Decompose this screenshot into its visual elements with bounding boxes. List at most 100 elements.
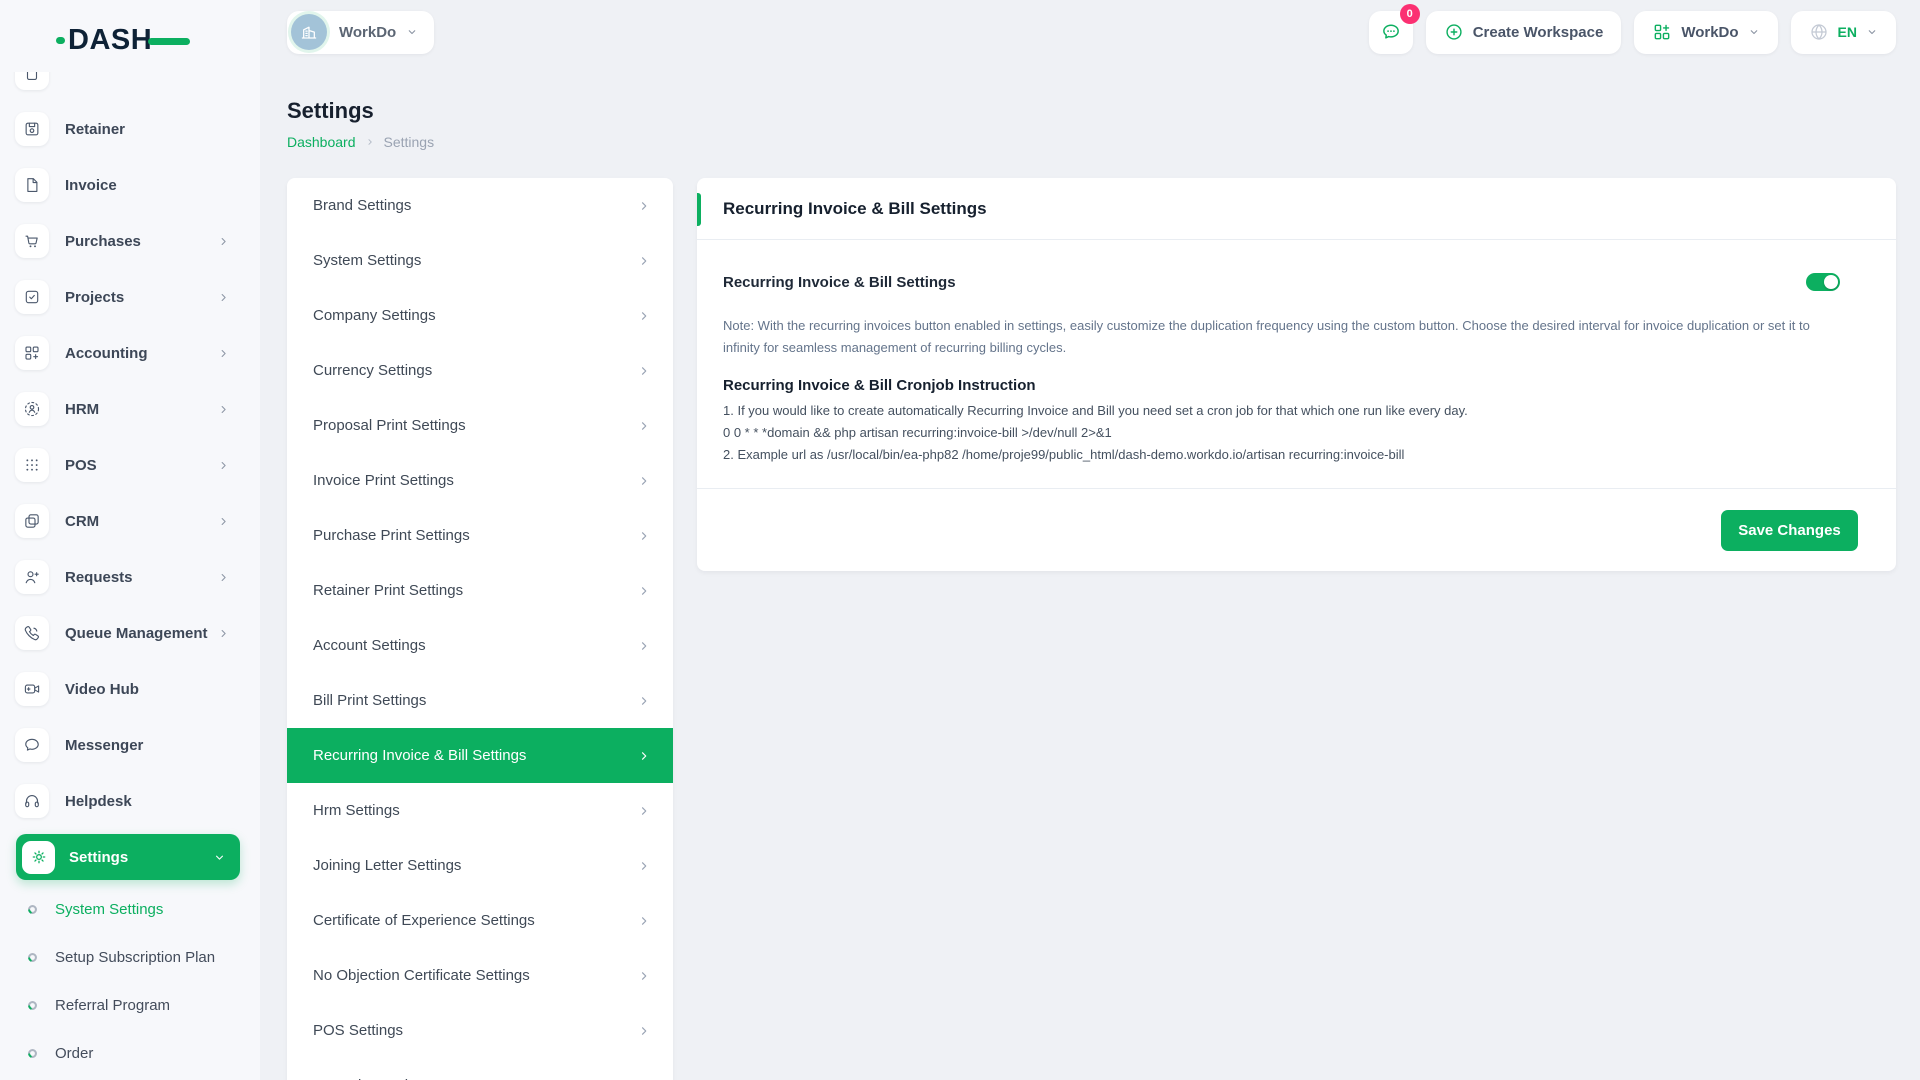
ring-bullet-icon — [27, 1000, 38, 1011]
sidebar-item-label: Video Hub — [65, 681, 139, 698]
chevron-down-icon — [1866, 26, 1878, 38]
settings-nav-label: Brand Settings — [313, 197, 411, 214]
sidebar-item-requests[interactable]: Requests — [0, 549, 260, 605]
invoice-icon — [15, 168, 49, 202]
sidebar-item-crm[interactable]: CRM — [0, 493, 260, 549]
chevron-right-icon — [637, 474, 651, 488]
app-logo[interactable]: DASH — [56, 24, 190, 57]
queue-icon — [15, 616, 49, 650]
settings-nav-joining-letter-settings[interactable]: Joining Letter Settings — [287, 838, 673, 893]
chat-bubble-icon — [1380, 21, 1402, 43]
chevron-right-icon — [217, 515, 230, 528]
language-code: EN — [1838, 24, 1857, 40]
settings-nav-account-settings[interactable]: Account Settings — [287, 618, 673, 673]
settings-nav-pos-print-settings[interactable]: Pos Print Settings — [287, 1058, 673, 1080]
workdo-menu-button[interactable]: WorkDo — [1634, 11, 1777, 54]
chevron-down-icon — [1748, 26, 1760, 38]
sidebar-item-retainer[interactable]: Retainer — [0, 101, 260, 157]
sidebar-item-label: Helpdesk — [65, 793, 132, 810]
settings-nav-retainer-print-settings[interactable]: Retainer Print Settings — [287, 563, 673, 618]
sidebar-item-hrm[interactable]: HRM — [0, 381, 260, 437]
settings-nav-hrm-settings[interactable]: Hrm Settings — [287, 783, 673, 838]
sidebar-item-queue-management[interactable]: Queue Management — [0, 605, 260, 661]
settings-nav-invoice-print-settings[interactable]: Invoice Print Settings — [287, 453, 673, 508]
settings-nav-proposal-print-settings[interactable]: Proposal Print Settings — [287, 398, 673, 453]
settings-nav-system-settings[interactable]: System Settings — [287, 233, 673, 288]
globe-icon — [1809, 22, 1829, 42]
language-selector[interactable]: EN — [1791, 11, 1896, 54]
recurring-toggle-row: Recurring Invoice & Bill Settings — [723, 273, 1840, 291]
save-changes-button[interactable]: Save Changes — [1721, 510, 1858, 551]
sidebar-subitem-referral-program[interactable]: Referral Program — [0, 981, 260, 1029]
sidebar-item-settings[interactable]: Settings — [16, 834, 240, 880]
chevron-right-icon — [637, 859, 651, 873]
settings-nav-label: System Settings — [313, 252, 421, 269]
sidebar-item-pos[interactable]: POS — [0, 437, 260, 493]
chevron-down-icon — [213, 851, 226, 864]
settings-nav-recurring-invoice-bill-settings[interactable]: Recurring Invoice & Bill Settings — [287, 728, 673, 783]
create-workspace-button[interactable]: Create Workspace — [1426, 11, 1622, 54]
sidebar-subitem-system-settings[interactable]: System Settings — [0, 885, 260, 933]
settings-nav-bill-print-settings[interactable]: Bill Print Settings — [287, 673, 673, 728]
settings-panel: Recurring Invoice & Bill Settings Recurr… — [697, 178, 1896, 571]
sidebar-item-label: Retainer — [65, 121, 125, 138]
retainer-icon — [15, 112, 49, 146]
sidebar-item-helpdesk[interactable]: Helpdesk — [0, 773, 260, 829]
chevron-right-icon — [637, 254, 651, 268]
settings-nav-label: Account Settings — [313, 637, 426, 654]
settings-nav-label: No Objection Certificate Settings — [313, 967, 530, 984]
chevron-right-icon — [637, 914, 651, 928]
accounting-icon — [15, 336, 49, 370]
panel-footer: Save Changes — [697, 488, 1896, 571]
topbar-actions: 0 Create Workspace WorkDo EN — [1369, 11, 1896, 54]
sidebar-subitem-label: Order — [55, 1045, 93, 1062]
sidebar-item-label: Messenger — [65, 737, 143, 754]
recurring-toggle-label: Recurring Invoice & Bill Settings — [723, 274, 956, 291]
sidebar-item-video-hub[interactable]: Video Hub — [0, 661, 260, 717]
messages-button[interactable]: 0 — [1369, 11, 1413, 54]
workspace-switcher[interactable]: WorkDo — [287, 11, 434, 54]
settings-nav-currency-settings[interactable]: Currency Settings — [287, 343, 673, 398]
settings-nav-certificate-of-experience-settings[interactable]: Certificate of Experience Settings — [287, 893, 673, 948]
chevron-down-icon — [406, 26, 418, 38]
chevron-right-icon — [637, 639, 651, 653]
chevron-right-icon — [637, 419, 651, 433]
sidebar-item-messenger[interactable]: Messenger — [0, 717, 260, 773]
ring-bullet-icon — [27, 1048, 38, 1059]
workspace-avatar-building-icon — [291, 14, 327, 50]
settings-nav-purchase-print-settings[interactable]: Purchase Print Settings — [287, 508, 673, 563]
chevron-right-icon — [637, 584, 651, 598]
settings-nav-label: Certificate of Experience Settings — [313, 912, 535, 929]
chevron-right-icon — [217, 403, 230, 416]
gear-icon — [22, 841, 55, 874]
breadcrumb-dashboard-link[interactable]: Dashboard — [287, 134, 356, 150]
sidebar-item-invoice[interactable]: Invoice — [0, 157, 260, 213]
sidebar-subitem-setup-subscription-plan[interactable]: Setup Subscription Plan — [0, 933, 260, 981]
sidebar-item-projects[interactable]: Projects — [0, 269, 260, 325]
settings-nav-company-settings[interactable]: Company Settings — [287, 288, 673, 343]
sidebar-item-label: Queue Management — [65, 625, 208, 642]
panel-title: Recurring Invoice & Bill Settings — [723, 199, 987, 219]
settings-nav-label: Invoice Print Settings — [313, 472, 454, 489]
toggle-knob — [1824, 275, 1838, 289]
logo-accent-dot — [56, 37, 65, 44]
ring-bullet-icon — [27, 904, 38, 915]
sidebar-menu: Retainer InvoicePurchases Projects Accounti… — [0, 45, 260, 1077]
settings-nav-no-objection-certificate-settings[interactable]: No Objection Certificate Settings — [287, 948, 673, 1003]
topbar: WorkDo 0 Create Workspace WorkDo — [287, 10, 1896, 54]
settings-nav-pos-settings[interactable]: POS Settings — [287, 1003, 673, 1058]
chevron-right-icon — [637, 749, 651, 763]
sidebar-item-purchases[interactable]: Purchases — [0, 213, 260, 269]
chevron-right-icon — [217, 459, 230, 472]
sidebar-subitem-order[interactable]: Order — [0, 1029, 260, 1077]
settings-nav-brand-settings[interactable]: Brand Settings — [287, 178, 673, 233]
settings-nav-card: Brand Settings System Settings Company Set… — [287, 178, 673, 1080]
chevron-right-icon — [217, 347, 230, 360]
chevron-right-icon — [217, 291, 230, 304]
sidebar-item-accounting[interactable]: Accounting — [0, 325, 260, 381]
recurring-toggle[interactable] — [1806, 273, 1840, 291]
page-title: Settings — [287, 98, 374, 124]
chevron-right-icon — [637, 969, 651, 983]
cronjob-heading: Recurring Invoice & Bill Cronjob Instruc… — [723, 377, 1840, 394]
sidebar-item-label: Projects — [65, 289, 124, 306]
